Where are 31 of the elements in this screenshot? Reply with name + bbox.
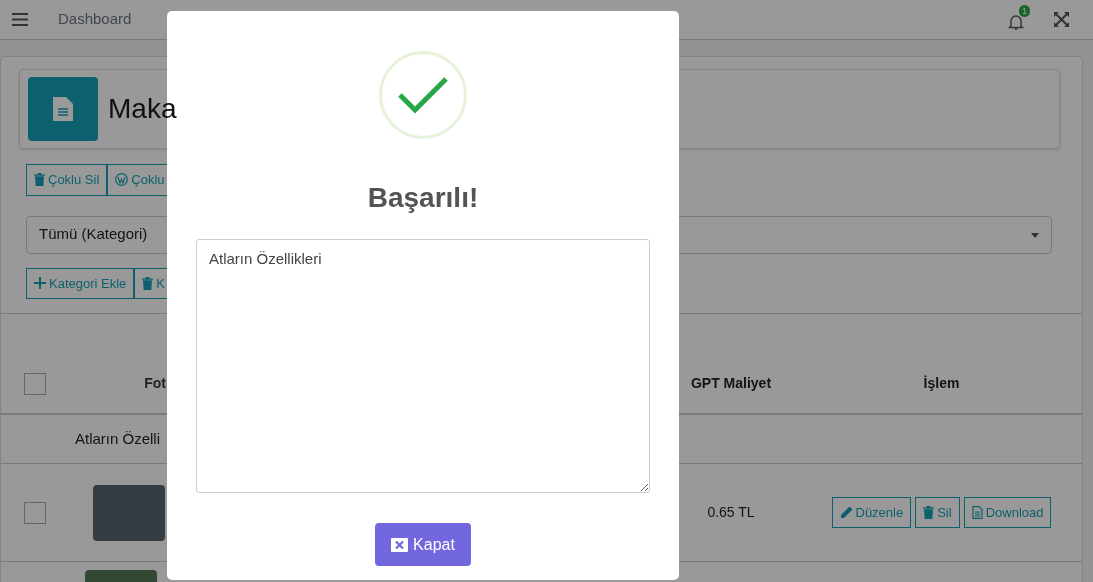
action-button[interactable]: Kategori Ekle — [26, 267, 135, 299]
column-header: GPT Maliyet — [690, 374, 772, 393]
nav-link[interactable]: Dashboard — [58, 8, 132, 31]
select-all-checkbox[interactable] — [23, 372, 46, 395]
trash-icon — [142, 276, 154, 290]
action-button[interactable]: Düzenle — [831, 496, 912, 529]
plus-icon — [34, 277, 46, 290]
table-cell-text: 0.65 TL — [707, 503, 755, 522]
fullscreen-icon[interactable] — [1054, 12, 1069, 27]
trash-icon — [34, 173, 45, 187]
modal-title: Başarılı! — [367, 181, 479, 215]
photo-placeholder — [93, 484, 165, 541]
column-header: İşlem — [923, 374, 960, 393]
wordpress-icon — [115, 173, 129, 187]
menu-icon[interactable] — [12, 13, 28, 26]
document-icon — [53, 97, 73, 121]
pencil-icon — [839, 506, 853, 519]
caret-icon — [1031, 232, 1039, 238]
notification-badge: 1 — [1019, 4, 1030, 17]
document-icon — [971, 506, 983, 519]
group-row-title: Atların Özelli — [75, 428, 161, 449]
message-textarea[interactable]: Atların Özellikleri — [196, 239, 650, 493]
column-header: Fot — [144, 374, 166, 393]
close-button[interactable]: Kapat — [375, 523, 471, 566]
action-button[interactable]: Download — [963, 496, 1052, 529]
action-button[interactable]: Sil — [915, 496, 960, 529]
close-icon — [391, 537, 409, 552]
trash-icon — [923, 506, 935, 519]
action-button[interactable]: Çoklu Sil — [26, 164, 108, 196]
row-checkbox[interactable] — [23, 501, 46, 524]
success-check-icon — [379, 51, 467, 139]
